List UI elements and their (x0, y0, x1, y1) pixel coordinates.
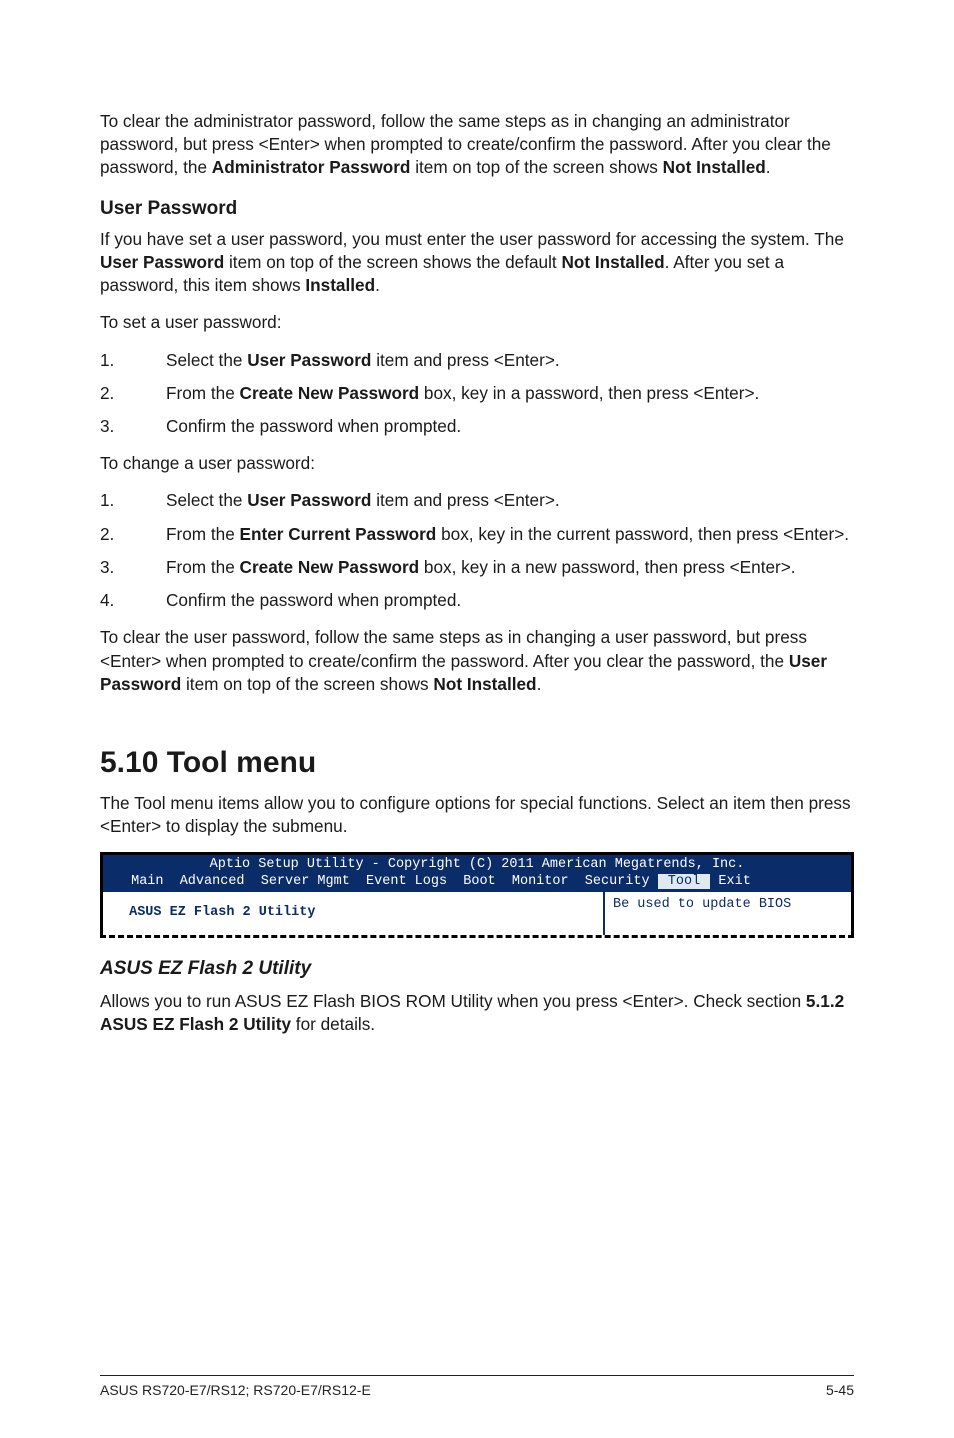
footer-page-number: 5-45 (826, 1382, 854, 1398)
bold-text: User Password (247, 350, 371, 370)
list-item: 1.Select the User Password item and pres… (166, 489, 854, 512)
bios-tabs-post: Exit (710, 874, 751, 889)
bios-title-bar: Aptio Setup Utility - Copyright (C) 2011… (103, 857, 851, 874)
text-span: Select the (166, 350, 247, 370)
footer-divider (100, 1375, 854, 1376)
bold-text: Enter Current Password (240, 524, 437, 544)
text-span: . (537, 674, 542, 694)
text-span: From the (166, 524, 240, 544)
list-item: 2.From the Enter Current Password box, k… (166, 523, 854, 546)
text-span: . (375, 275, 380, 295)
clear-admin-paragraph: To clear the administrator password, fol… (100, 110, 854, 180)
text-span: From the (166, 383, 240, 403)
bios-body: ASUS EZ Flash 2 Utility Be used to updat… (103, 892, 851, 935)
text-span: Confirm the password when prompted. (166, 590, 461, 610)
step-number: 1. (100, 349, 150, 372)
text-span: item on top of the screen shows the defa… (224, 252, 561, 272)
text-span: If you have set a user password, you mus… (100, 229, 844, 249)
text-span: box, key in the current password, then p… (436, 524, 849, 544)
list-item: 3.From the Create New Password box, key … (166, 556, 854, 579)
text-span: Confirm the password when prompted. (166, 416, 461, 436)
text-span: From the (166, 557, 240, 577)
bold-text: Create New Password (240, 383, 420, 403)
user-password-heading: User Password (100, 198, 854, 220)
bold-text: Not Installed (663, 157, 766, 177)
ez-flash-heading: ASUS EZ Flash 2 Utility (100, 958, 854, 980)
bold-text: Administrator Password (212, 157, 411, 177)
bold-text: Not Installed (561, 252, 664, 272)
bios-tab-bar: Main Advanced Server Mgmt Event Logs Boo… (103, 874, 851, 892)
text-span: item and press <Enter>. (371, 490, 559, 510)
list-item: 3.Confirm the password when prompted. (166, 415, 854, 438)
clear-user-paragraph: To clear the user password, follow the s… (100, 626, 854, 696)
text-span: item on top of the screen shows (410, 157, 662, 177)
user-password-description: If you have set a user password, you mus… (100, 228, 854, 298)
text-span: for details. (291, 1014, 375, 1034)
list-item: 4.Confirm the password when prompted. (166, 589, 854, 612)
list-item: 2.From the Create New Password box, key … (166, 382, 854, 405)
text-span: box, key in a password, then press <Ente… (419, 383, 759, 403)
bios-screenshot: Aptio Setup Utility - Copyright (C) 2011… (100, 852, 854, 938)
bios-left-pane: ASUS EZ Flash 2 Utility (103, 892, 603, 935)
step-number: 4. (100, 589, 150, 612)
step-number: 2. (100, 382, 150, 405)
set-password-intro: To set a user password: (100, 311, 854, 334)
step-number: 3. (100, 415, 150, 438)
bold-text: Create New Password (240, 557, 420, 577)
text-span: item on top of the screen shows (181, 674, 433, 694)
page-footer: ASUS RS720-E7/RS12; RS720-E7/RS12-E 5-45 (100, 1375, 854, 1398)
text-span: To clear the user password, follow the s… (100, 627, 807, 670)
bios-right-pane: Be used to update BIOS (603, 892, 851, 935)
section-title-tool-menu: 5.10 Tool menu (100, 746, 854, 780)
text-span: box, key in a new password, then press <… (419, 557, 795, 577)
bold-text: User Password (247, 490, 371, 510)
footer-row: ASUS RS720-E7/RS12; RS720-E7/RS12-E 5-45 (100, 1382, 854, 1398)
bios-header: Aptio Setup Utility - Copyright (C) 2011… (103, 855, 851, 892)
change-password-intro: To change a user password: (100, 452, 854, 475)
ez-flash-description: Allows you to run ASUS EZ Flash BIOS ROM… (100, 990, 854, 1036)
bios-tabs-pre: Main Advanced Server Mgmt Event Logs Boo… (123, 874, 658, 889)
step-number: 2. (100, 523, 150, 546)
step-number: 3. (100, 556, 150, 579)
page-container: To clear the administrator password, fol… (0, 0, 954, 1438)
bold-text: Not Installed (433, 674, 536, 694)
tool-menu-description: The Tool menu items allow you to configu… (100, 792, 854, 838)
bold-text: User Password (100, 252, 224, 272)
set-password-steps: 1. Select the User Password item and pres… (100, 349, 854, 439)
bold-text: Installed (305, 275, 375, 295)
text-span: Allows you to run ASUS EZ Flash BIOS ROM… (100, 991, 806, 1011)
text-span: Select the (166, 490, 247, 510)
text-span: . (766, 157, 771, 177)
change-password-steps: 1. Select the User Password item and pres… (100, 489, 854, 612)
bios-tab-selected: Tool (658, 874, 711, 889)
step-number: 1. (100, 489, 150, 512)
footer-left-text: ASUS RS720-E7/RS12; RS720-E7/RS12-E (100, 1382, 371, 1398)
text-span: item and press <Enter>. (371, 350, 559, 370)
list-item: 1.Select the User Password item and pres… (166, 349, 854, 372)
